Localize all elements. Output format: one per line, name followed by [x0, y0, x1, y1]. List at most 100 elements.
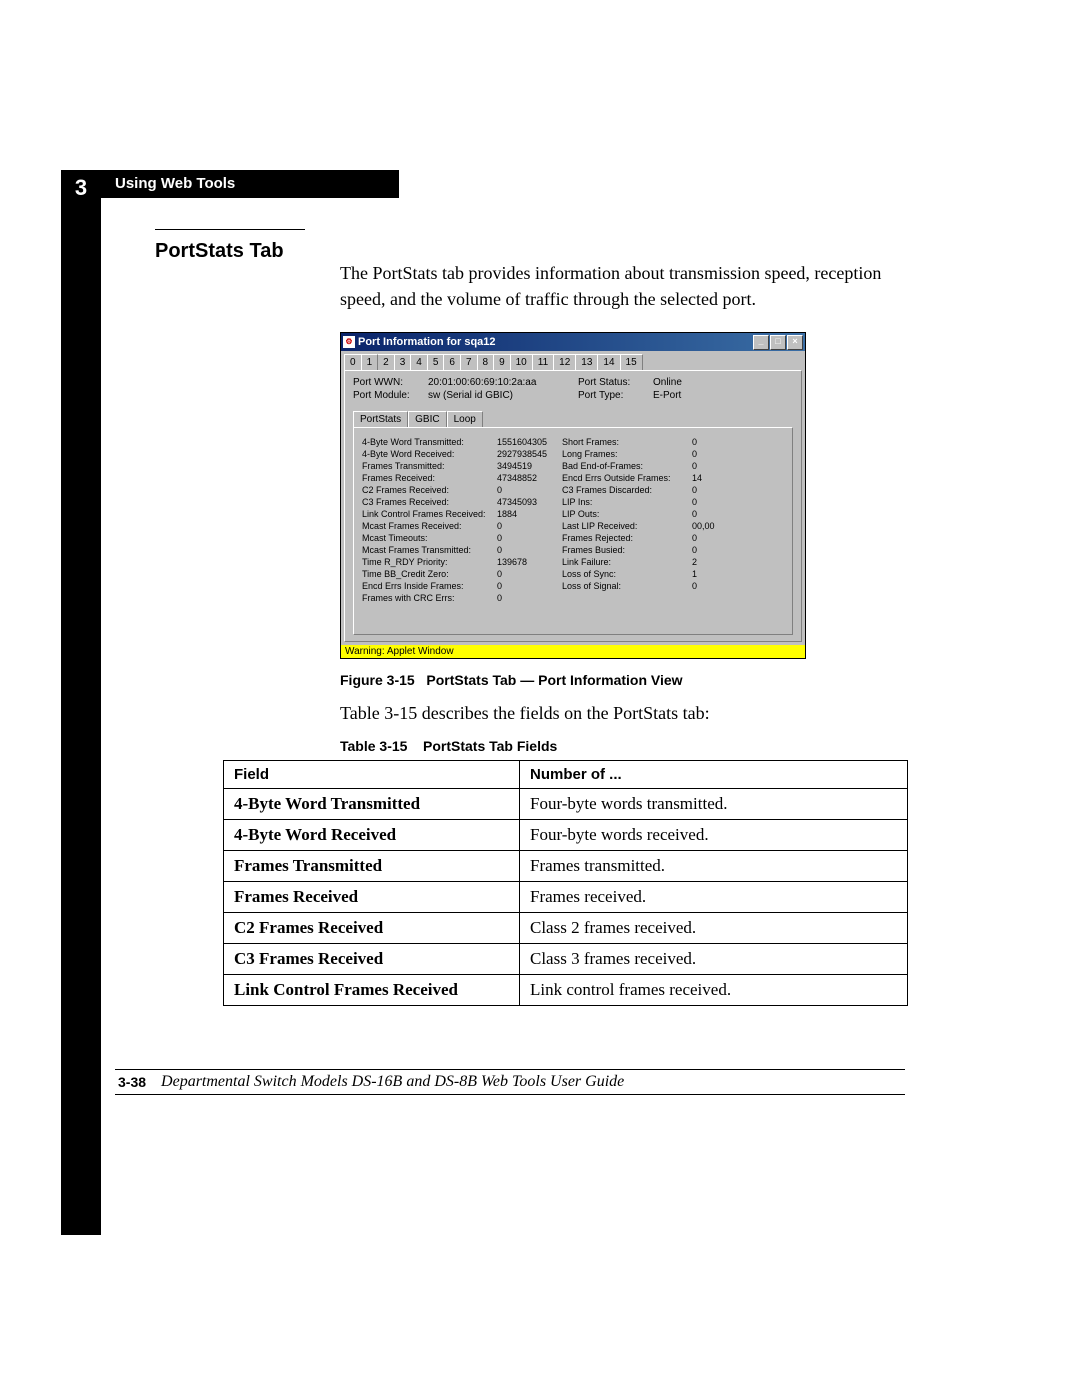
- figure-port-information: ⚙ Port Information for sqa12 _ □ × 01234…: [340, 332, 806, 659]
- page-number: 3-38: [115, 1074, 146, 1090]
- stat-row: Last LIP Received:00,00: [562, 520, 722, 532]
- section-title: PortStats Tab: [155, 240, 284, 263]
- stat-row: C2 Frames Received:0: [362, 484, 552, 496]
- port-tab-9[interactable]: 9: [493, 354, 511, 370]
- stat-value: 0: [692, 580, 722, 592]
- stat-row: Short Frames:0: [562, 436, 722, 448]
- stat-value: 2927938545: [497, 448, 552, 460]
- stat-value: 47348852: [497, 472, 552, 484]
- stat-value: 0: [692, 508, 722, 520]
- field-name: 4-Byte Word Transmitted: [224, 789, 520, 820]
- port-type-value: E-Port: [653, 390, 681, 401]
- document-title: Departmental Switch Models DS-16B and DS…: [161, 1073, 624, 1091]
- chapter-number: 3: [61, 175, 101, 201]
- maximize-button[interactable]: □: [770, 335, 786, 350]
- left-accent-bar: [61, 170, 101, 1235]
- stat-value: 0: [497, 592, 552, 604]
- stat-label: C3 Frames Discarded:: [562, 484, 692, 496]
- figure-caption: Figure 3-15 PortStats Tab — Port Informa…: [340, 672, 683, 688]
- port-tab-7[interactable]: 7: [460, 354, 478, 370]
- port-tab-6[interactable]: 6: [443, 354, 461, 370]
- stat-label: Frames Transmitted:: [362, 460, 497, 472]
- field-name: C3 Frames Received: [224, 944, 520, 975]
- stat-label: Time BB_Credit Zero:: [362, 568, 497, 580]
- table-title: PortStats Tab Fields: [423, 738, 557, 754]
- field-description: Class 2 frames received.: [520, 913, 908, 944]
- window-control-buttons: _ □ ×: [753, 335, 803, 350]
- stat-label: Frames with CRC Errs:: [362, 592, 497, 604]
- field-description: Class 3 frames received.: [520, 944, 908, 975]
- stat-label: Frames Busied:: [562, 544, 692, 556]
- port-tab-4[interactable]: 4: [410, 354, 428, 370]
- stat-row: Time R_RDY Priority:139678: [362, 556, 552, 568]
- figure-number: Figure 3-15: [340, 672, 415, 688]
- stat-value: 0: [497, 532, 552, 544]
- stat-value: 0: [497, 544, 552, 556]
- port-tab-8[interactable]: 8: [477, 354, 495, 370]
- port-tab-14[interactable]: 14: [597, 354, 620, 370]
- port-tab-10[interactable]: 10: [510, 354, 533, 370]
- stat-row: Loss of Signal:0: [562, 580, 722, 592]
- port-tab-12[interactable]: 12: [553, 354, 576, 370]
- running-header: Using Web Tools: [101, 170, 399, 198]
- stat-row: Mcast Frames Transmitted:0: [362, 544, 552, 556]
- stat-row: Loss of Sync:1: [562, 568, 722, 580]
- portstats-panel: 4-Byte Word Transmitted:15516043054-Byte…: [353, 427, 793, 635]
- subtab-portstats[interactable]: PortStats: [353, 411, 408, 427]
- stat-label: Last LIP Received:: [562, 520, 692, 532]
- subtab-gbic[interactable]: GBIC: [408, 411, 446, 427]
- paragraph-intro: The PortStats tab provides information a…: [340, 260, 910, 312]
- field-name: Link Control Frames Received: [224, 975, 520, 1006]
- port-tab-0[interactable]: 0: [344, 354, 362, 370]
- table-number: Table 3-15: [340, 738, 407, 754]
- stat-row: Link Control Frames Received:1884: [362, 508, 552, 520]
- field-description: Frames received.: [520, 882, 908, 913]
- stat-row: Frames Rejected:0: [562, 532, 722, 544]
- port-tab-5[interactable]: 5: [427, 354, 445, 370]
- stat-label: Mcast Frames Transmitted:: [362, 544, 497, 556]
- subtab-loop[interactable]: Loop: [447, 411, 483, 427]
- port-tab-13[interactable]: 13: [575, 354, 598, 370]
- port-status-value: Online: [653, 377, 682, 388]
- stat-label: Loss of Signal:: [562, 580, 692, 592]
- stat-row: Long Frames:0: [562, 448, 722, 460]
- port-tab-15[interactable]: 15: [620, 354, 643, 370]
- stat-label: Link Control Frames Received:: [362, 508, 497, 520]
- stat-label: Short Frames:: [562, 436, 692, 448]
- applet-window: ⚙ Port Information for sqa12 _ □ × 01234…: [340, 332, 806, 659]
- field-name: C2 Frames Received: [224, 913, 520, 944]
- port-type-label: Port Type:: [578, 390, 653, 401]
- stat-label: Encd Errs Outside Frames:: [562, 472, 692, 484]
- port-tab-3[interactable]: 3: [394, 354, 412, 370]
- stat-label: C2 Frames Received:: [362, 484, 497, 496]
- port-module-label: Port Module:: [353, 390, 428, 401]
- table-row: Frames ReceivedFrames received.: [224, 882, 908, 913]
- port-wwn-value: 20:01:00:60:69:10:2a:aa: [428, 377, 578, 388]
- stat-value: 0: [497, 568, 552, 580]
- stat-row: Frames with CRC Errs:0: [362, 592, 552, 604]
- stat-label: Bad End-of-Frames:: [562, 460, 692, 472]
- stat-value: 0: [497, 520, 552, 532]
- port-module-value: sw (Serial id GBIC): [428, 390, 578, 401]
- stat-value: 0: [692, 544, 722, 556]
- port-tab-11[interactable]: 11: [532, 354, 554, 370]
- stat-row: Mcast Timeouts:0: [362, 532, 552, 544]
- table-row: C2 Frames ReceivedClass 2 frames receive…: [224, 913, 908, 944]
- stat-row: LIP Ins:0: [562, 496, 722, 508]
- stat-row: LIP Outs:0: [562, 508, 722, 520]
- stat-value: 1: [692, 568, 722, 580]
- stat-value: 1884: [497, 508, 552, 520]
- field-name: 4-Byte Word Received: [224, 820, 520, 851]
- port-tab-2[interactable]: 2: [377, 354, 395, 370]
- close-button[interactable]: ×: [787, 335, 803, 350]
- stats-column-right: Short Frames:0Long Frames:0Bad End-of-Fr…: [562, 436, 722, 604]
- port-tab-1[interactable]: 1: [361, 354, 379, 370]
- stat-label: 4-Byte Word Received:: [362, 448, 497, 460]
- minimize-button[interactable]: _: [753, 335, 769, 350]
- stat-value: 0: [692, 532, 722, 544]
- page: 3 Using Web Tools PortStats Tab The Port…: [0, 0, 1080, 1397]
- stat-label: Mcast Frames Received:: [362, 520, 497, 532]
- field-description: Frames transmitted.: [520, 851, 908, 882]
- header-desc: Number of ...: [520, 761, 908, 789]
- stat-value: 0: [692, 436, 722, 448]
